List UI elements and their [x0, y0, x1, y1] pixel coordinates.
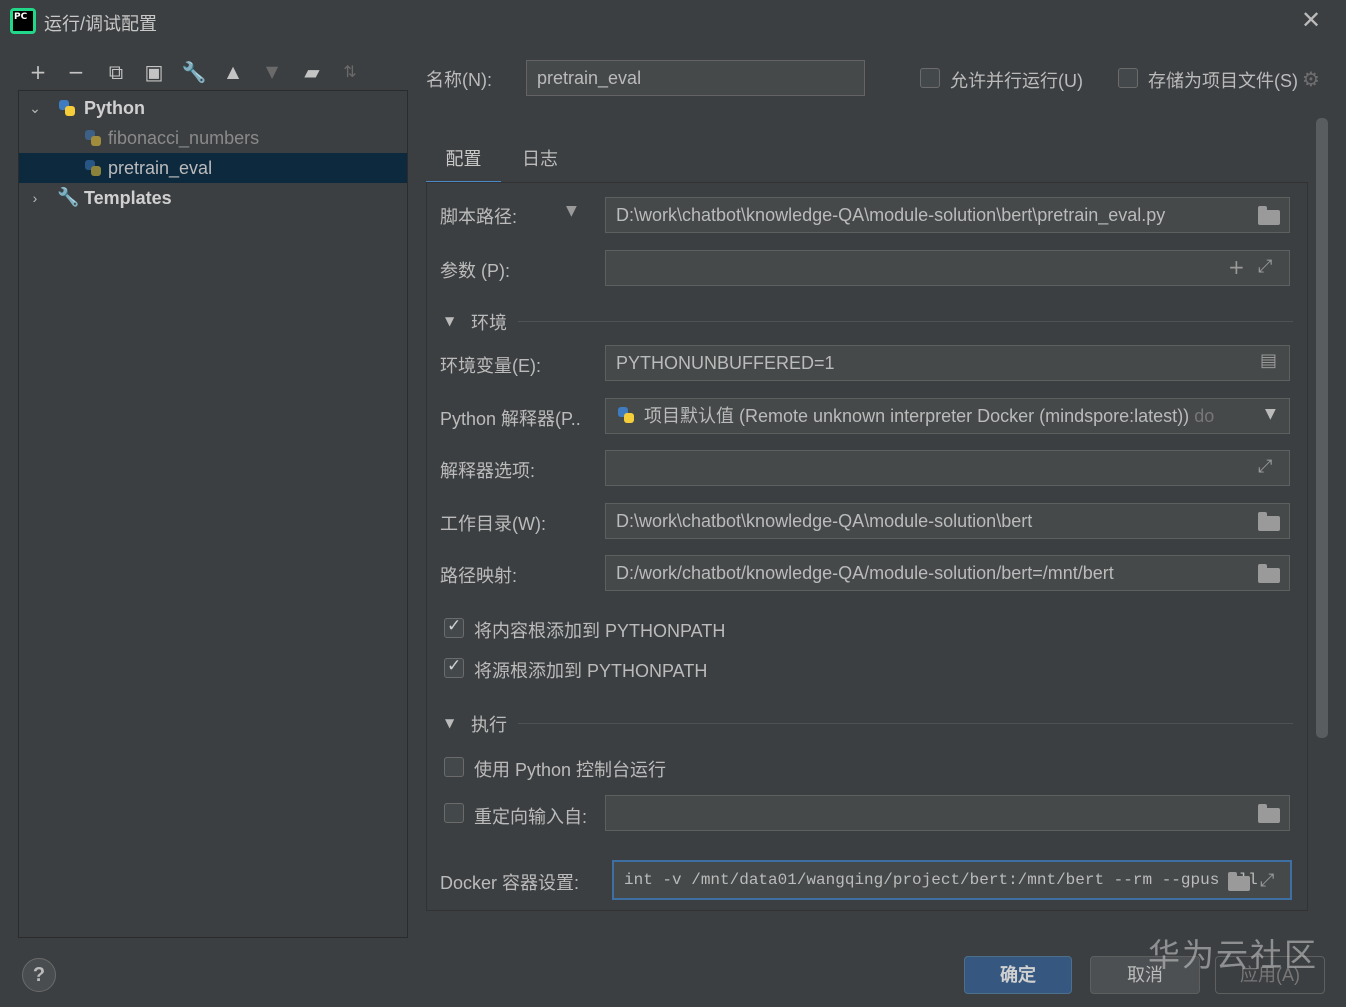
redirect-input-field[interactable]: [605, 795, 1290, 831]
remove-icon[interactable]: −: [62, 58, 90, 86]
script-path-value: D:\work\chatbot\knowledge-QA\module-solu…: [616, 205, 1166, 225]
folder-icon[interactable]: [1258, 512, 1280, 531]
name-input[interactable]: pretrain_eval: [526, 60, 865, 96]
allow-parallel-checkbox[interactable]: [920, 68, 940, 88]
docker-label: Docker 容器设置:: [440, 873, 580, 893]
tab-config[interactable]: 配置: [426, 144, 501, 184]
store-as-file-checkbox[interactable]: [1118, 68, 1138, 88]
tab-log[interactable]: 日志: [505, 144, 575, 184]
add-content-roots-label: 将内容根添加到 PYTHONPATH: [474, 621, 726, 641]
params-input[interactable]: [605, 250, 1290, 286]
script-path-label: 脚本路径:: [440, 207, 518, 227]
folder-add-icon[interactable]: ▰: [298, 58, 326, 86]
tree-node-python[interactable]: ⌄ Python: [19, 93, 407, 123]
path-map-value: D:/work/chatbot/knowledge-QA/module-solu…: [616, 563, 1114, 583]
add-content-roots-checkbox[interactable]: [444, 616, 464, 638]
interpreter-select[interactable]: 项目默认值 (Remote unknown interpreter Docker…: [605, 398, 1290, 434]
env-vars-value: PYTHONUNBUFFERED=1: [616, 353, 835, 373]
store-as-file-label: 存储为项目文件(S): [1148, 71, 1298, 91]
interpreter-suffix: do: [1194, 406, 1215, 426]
python-icon: [83, 158, 103, 178]
use-console-label: 使用 Python 控制台运行: [474, 760, 667, 780]
params-label: 参数 (P):: [440, 261, 510, 281]
name-label: 名称(N):: [426, 70, 492, 90]
move-up-icon[interactable]: ▲: [219, 58, 247, 86]
path-map-input[interactable]: D:/work/chatbot/knowledge-QA/module-solu…: [605, 555, 1290, 591]
section-divider: [518, 723, 1293, 724]
copy-icon[interactable]: ⧉: [102, 58, 130, 86]
add-source-roots-checkbox[interactable]: [444, 656, 464, 678]
path-map-label: 路径映射:: [440, 566, 518, 586]
tree-item-fibonacci[interactable]: fibonacci_numbers: [19, 123, 407, 153]
config-tree: ⌄ Python fibonacci_numbers pretrain_eval…: [18, 90, 408, 938]
add-icon[interactable]: +: [24, 58, 52, 86]
scrollbar[interactable]: [1316, 118, 1328, 738]
gear-icon[interactable]: ⚙: [1302, 67, 1320, 91]
interp-options-input[interactable]: [605, 450, 1290, 486]
env-vars-input[interactable]: PYTHONUNBUFFERED=1: [605, 345, 1290, 381]
python-icon: [83, 128, 103, 148]
interp-options-label: 解释器选项:: [440, 461, 536, 481]
chevron-right-icon[interactable]: ›: [27, 183, 43, 213]
python-icon: [57, 98, 77, 118]
tree-node-templates[interactable]: › 🔧 Templates: [19, 183, 407, 213]
section-divider: [518, 321, 1293, 322]
exec-section-title: 执行: [471, 715, 507, 735]
save-icon[interactable]: ▣: [140, 58, 168, 86]
collapse-arrow-icon[interactable]: ▼: [445, 314, 454, 328]
tree-label-python: Python: [84, 98, 145, 118]
workdir-value: D:\work\chatbot\knowledge-QA\module-solu…: [616, 511, 1033, 531]
wrench-icon: 🔧: [57, 187, 80, 208]
redirect-input-checkbox[interactable]: [444, 803, 464, 823]
wrench-icon[interactable]: 🔧: [180, 58, 208, 86]
ok-button[interactable]: 确定: [964, 956, 1072, 994]
redirect-input-label: 重定向输入自:: [474, 807, 588, 827]
tree-item-label: fibonacci_numbers: [108, 128, 260, 148]
workdir-input[interactable]: D:\work\chatbot\knowledge-QA\module-solu…: [605, 503, 1290, 539]
move-down-icon[interactable]: ▼: [258, 58, 286, 86]
interpreter-value: 项目默认值 (Remote unknown interpreter Docker…: [644, 406, 1190, 426]
expand-icon[interactable]: ⤢: [1258, 456, 1272, 477]
collapse-arrow-icon[interactable]: ▼: [445, 716, 454, 730]
plus-icon[interactable]: +: [1228, 255, 1245, 279]
folder-icon[interactable]: [1258, 564, 1280, 583]
expand-icon[interactable]: ⤢: [1260, 870, 1274, 891]
docker-options-value: int -v /mnt/data01/wangqing/project/bert…: [624, 871, 1258, 889]
document-icon[interactable]: ▤: [1260, 350, 1277, 371]
folder-icon[interactable]: [1228, 872, 1250, 891]
tree-item-label: pretrain_eval: [108, 158, 213, 178]
watermark: 华为云社区: [1148, 937, 1319, 973]
python-remote-icon: [616, 405, 636, 425]
title-bar: [0, 0, 1346, 44]
workdir-label: 工作目录(W):: [440, 514, 546, 534]
folder-icon[interactable]: [1258, 206, 1280, 225]
tree-item-pretrain-eval[interactable]: pretrain_eval: [19, 153, 407, 183]
window-title: 运行/调试配置: [44, 14, 158, 34]
env-section-title: 环境: [471, 313, 507, 333]
use-console-checkbox[interactable]: [444, 757, 464, 777]
interpreter-label: Python 解释器(P..: [440, 409, 581, 429]
allow-parallel-label: 允许并行运行(U): [950, 71, 1083, 91]
add-source-roots-label: 将源根添加到 PYTHONPATH: [474, 661, 708, 681]
close-icon[interactable]: ✕: [1296, 6, 1326, 36]
sort-alpha-icon[interactable]: ⇅: [336, 58, 364, 86]
help-button[interactable]: ?: [22, 958, 56, 992]
tree-label-templates: Templates: [84, 188, 172, 208]
chevron-down-icon[interactable]: ▼: [1265, 406, 1276, 422]
pycharm-logo-icon: PC: [10, 8, 36, 34]
docker-options-input[interactable]: int -v /mnt/data01/wangqing/project/bert…: [612, 860, 1292, 900]
folder-icon[interactable]: [1258, 804, 1280, 823]
chevron-down-icon[interactable]: ⌄: [27, 93, 43, 123]
script-path-input[interactable]: D:\work\chatbot\knowledge-QA\module-solu…: [605, 197, 1290, 233]
dropdown-arrow-icon[interactable]: ▼: [566, 203, 577, 219]
expand-icon[interactable]: ⤢: [1258, 256, 1272, 277]
env-vars-label: 环境变量(E):: [440, 356, 541, 376]
